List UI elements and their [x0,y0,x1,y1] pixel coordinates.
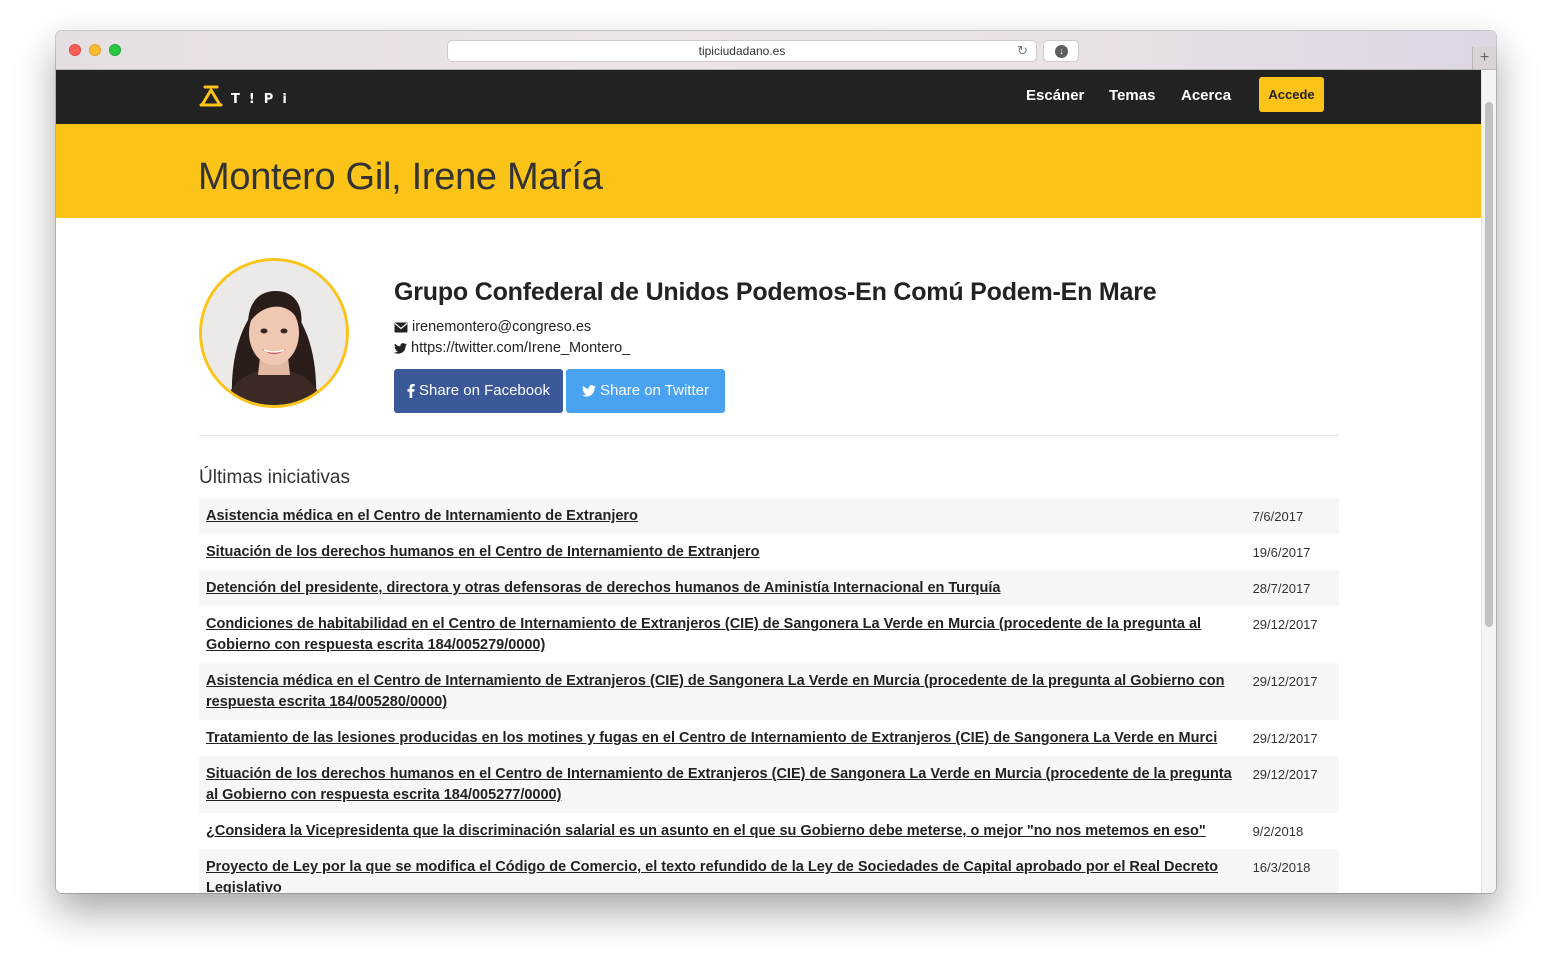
initiative-link[interactable]: Situación de los derechos humanos en el … [206,764,1239,806]
logo-wordmark: T!Pi [231,91,296,107]
section-divider [199,435,1339,436]
table-row: Detención del presidente, directora y ot… [199,570,1339,606]
page-scrollbar[interactable] [1481,70,1496,893]
twitter-url[interactable]: https://twitter.com/Irene_Montero_ [411,338,630,358]
close-window-button[interactable] [69,44,81,56]
initiative-date: 29/12/2017 [1252,731,1318,746]
site-logo[interactable]: T!Pi [199,84,296,108]
initiative-date: 7/6/2017 [1252,509,1304,524]
accede-button[interactable]: Accede [1259,77,1324,112]
parliamentary-group: Grupo Confederal de Unidos Podemos-En Co… [394,278,1157,306]
new-tab-button[interactable]: + [1472,47,1496,69]
initiative-date: 29/12/2017 [1252,767,1318,782]
share-facebook-button[interactable]: Share on Facebook [394,369,563,413]
deputy-avatar [199,258,349,408]
reload-icon[interactable]: ↻ [1017,41,1028,61]
table-row: Situación de los derechos humanos en el … [199,534,1339,570]
page-title: Montero Gil, Irene María [198,156,603,198]
profile-header: Montero Gil, Irene María [56,124,1481,218]
zoom-window-button[interactable] [109,44,121,56]
nav-temas-link[interactable]: Temas [1109,86,1155,106]
table-row: Asistencia médica en el Centro de Intern… [199,663,1339,720]
initiative-link[interactable]: Proyecto de Ley por la que se modifica e… [206,857,1239,893]
initiatives-heading: Últimas iniciativas [199,467,350,488]
portrait-image [202,261,346,405]
email-contact[interactable]: irenemontero@congreso.es [394,317,591,337]
email-address[interactable]: irenemontero@congreso.es [412,317,591,337]
initiative-link[interactable]: Asistencia médica en el Centro de Intern… [206,506,1239,527]
initiative-link[interactable]: Situación de los derechos humanos en el … [206,542,1239,563]
table-row: Proyecto de Ley por la que se modifica e… [199,849,1339,893]
share-twitter-label: Share on Twitter [600,382,709,399]
share-facebook-label: Share on Facebook [419,382,550,399]
initiative-date: 19/6/2017 [1252,545,1311,560]
initiative-date: 28/7/2017 [1252,581,1311,596]
envelope-icon [394,322,408,332]
facebook-icon [407,384,415,398]
initiative-date: 16/3/2018 [1252,860,1311,875]
page-viewport: T!Pi Escáner Temas Acerca Accede Montero… [56,70,1496,893]
minimize-window-button[interactable] [89,44,101,56]
initiative-date: 9/2/2018 [1252,824,1304,839]
initiative-date: 29/12/2017 [1252,617,1318,632]
table-row: Asistencia médica en el Centro de Intern… [199,498,1339,534]
downloads-button[interactable]: ↓ [1043,40,1079,62]
table-row: Situación de los derechos humanos en el … [199,756,1339,813]
browser-titlebar: tipiciudadano.es ↻ ↓ + [56,31,1496,70]
nav-acerca-link[interactable]: Acerca [1181,86,1231,106]
initiatives-table: Asistencia médica en el Centro de Intern… [199,498,1339,893]
address-bar-url: tipiciudadano.es [698,44,786,58]
table-row: Condiciones de habitabilidad en el Centr… [199,606,1339,663]
initiative-date: 29/12/2017 [1252,674,1318,689]
scrollbar-thumb[interactable] [1485,102,1493,627]
nav-escaner-link[interactable]: Escáner [1026,86,1084,106]
tipi-logo-icon [199,85,223,107]
twitter-contact[interactable]: https://twitter.com/Irene_Montero_ [394,338,630,358]
initiative-link[interactable]: Condiciones de habitabilidad en el Centr… [206,614,1239,656]
browser-window: tipiciudadano.es ↻ ↓ + T!Pi Escáner Tema… [56,31,1496,893]
download-icon: ↓ [1055,45,1068,58]
address-bar[interactable]: tipiciudadano.es ↻ [447,40,1037,62]
twitter-icon [582,385,597,397]
initiative-link[interactable]: Tratamiento de las lesiones producidas e… [206,728,1239,749]
table-row: Tratamiento de las lesiones producidas e… [199,720,1339,756]
twitter-bird-icon [394,342,407,354]
table-row: ¿Considera la Vicepresidenta que la disc… [199,813,1339,849]
initiative-link[interactable]: ¿Considera la Vicepresidenta que la disc… [206,821,1239,842]
share-twitter-button[interactable]: Share on Twitter [566,369,725,413]
initiative-link[interactable]: Detención del presidente, directora y ot… [206,578,1239,599]
site-navbar: T!Pi Escáner Temas Acerca Accede [56,70,1481,124]
initiative-link[interactable]: Asistencia médica en el Centro de Intern… [206,671,1239,713]
